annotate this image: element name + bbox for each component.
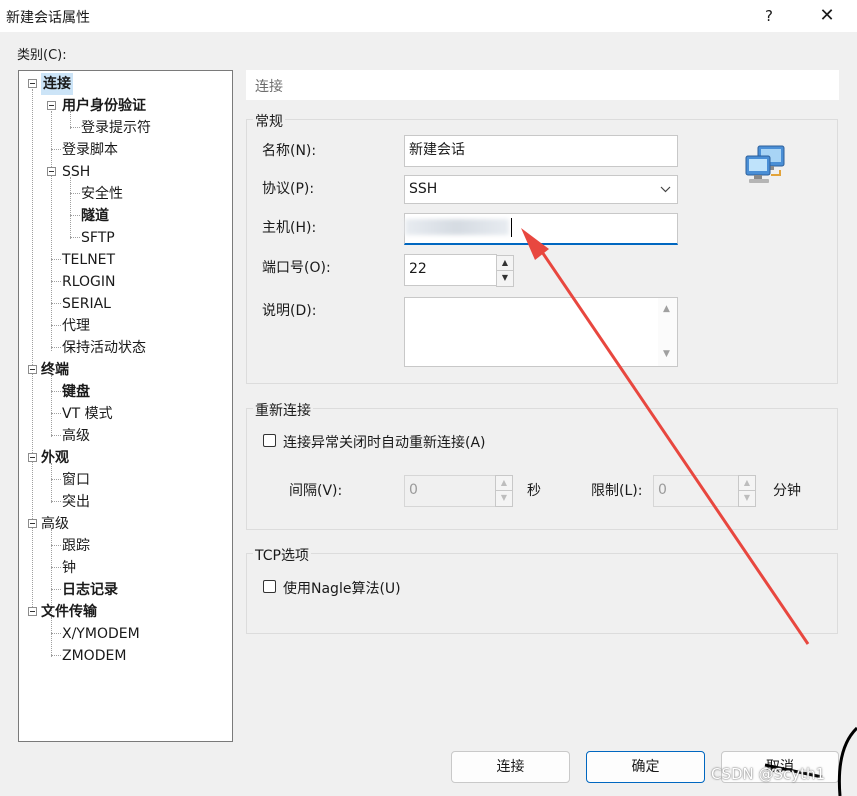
annotation-overlay bbox=[521, 228, 857, 796]
annotation-scribble bbox=[837, 726, 857, 796]
watermark: CSDN @Scyth1 bbox=[711, 765, 826, 783]
annotation-arrow-line bbox=[536, 245, 810, 645]
